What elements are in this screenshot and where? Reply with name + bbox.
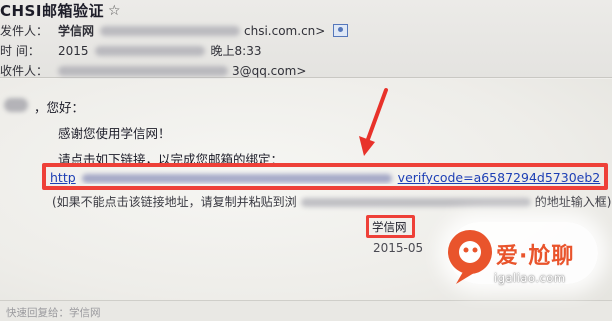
signature-date: 2015-05 (373, 241, 424, 255)
star-icon[interactable]: ☆ (108, 3, 121, 19)
hint-suffix: 的地址输入框) (534, 195, 612, 209)
watermark-text: 爱·尬聊 (496, 244, 575, 269)
redacted-sender-address (100, 25, 241, 36)
signature-highlight-box (366, 215, 415, 238)
subject-text: CHSI邮箱验证 (0, 2, 104, 20)
greeting: ，您好： (34, 100, 85, 115)
redacted-recipient (58, 65, 228, 76)
sender-name[interactable]: 学信网 (58, 22, 94, 39)
hint-prefix: (如果不能点击该链接地址，请复制并粘贴到浏 (52, 195, 297, 209)
time-row: 时 间： 2015 晚上8:33 (0, 42, 262, 59)
email-header: CHSI邮箱验证 ☆ 发件人： 学信网 chsi.com.cn> 时 间： 20… (0, 0, 612, 78)
thanks-line: 感谢您使用学信网！ (58, 126, 171, 141)
red-arrow-annotation (359, 88, 388, 156)
link-highlight-box (42, 163, 608, 190)
redacted-date (94, 45, 205, 56)
time-prefix: 2015 (58, 43, 89, 58)
time-label: 时 间： (0, 44, 40, 58)
recipient-suffix: 3@qq.com> (232, 63, 307, 78)
watermark-site: igaliao.com (494, 271, 566, 285)
redacted-username (4, 98, 28, 112)
recipient-row: 收件人： 3@qq.com> (0, 62, 306, 79)
watermark-logo-icon (448, 230, 492, 284)
time-suffix: 晚上8:33 (210, 44, 262, 58)
recipient-label: 收件人： (0, 64, 49, 78)
watermark: 爱·尬聊 igaliao.com (440, 208, 612, 321)
sender-row: 发件人： 学信网 chsi.com.cn> (0, 22, 349, 39)
add-contact-icon[interactable] (333, 24, 349, 37)
redacted-hint-middle (300, 198, 531, 207)
quick-reply-field[interactable]: 快速回复给：学信网 (6, 305, 101, 320)
email-subject: CHSI邮箱验证 ☆ (0, 0, 121, 21)
sender-label: 发件人： (0, 24, 49, 38)
sender-domain: chsi.com.cn> (244, 23, 326, 38)
